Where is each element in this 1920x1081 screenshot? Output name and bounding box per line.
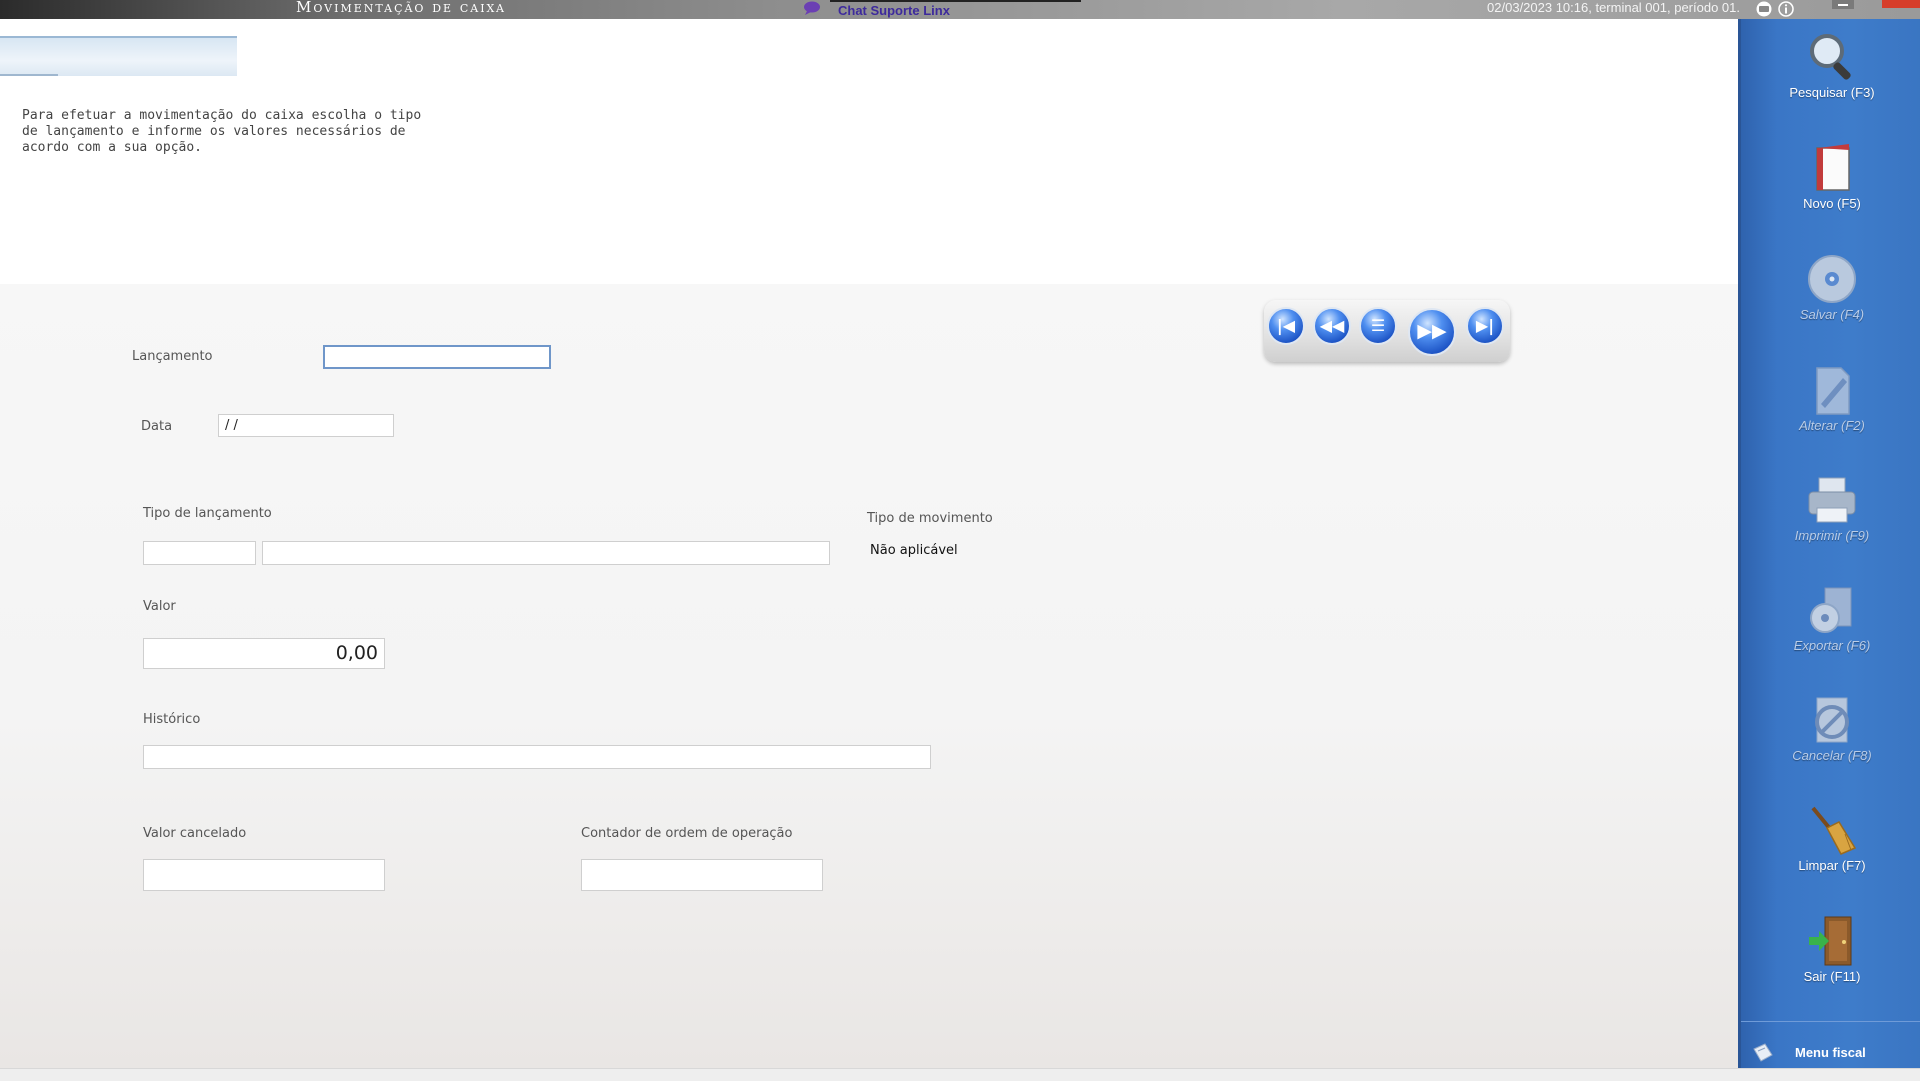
tipo-lancamento-label: Tipo de lançamento xyxy=(143,506,272,521)
menu-fiscal-label: Menu fiscal xyxy=(1795,1045,1866,1060)
magnifier-icon xyxy=(1810,34,1851,80)
salvar-button[interactable]: Salvar (F4) xyxy=(1741,245,1920,335)
minimize-icon[interactable] xyxy=(1832,0,1854,9)
tab-underline xyxy=(0,74,58,76)
imprimir-button[interactable]: Imprimir (F9) xyxy=(1741,466,1920,556)
tipo-lancamento-description-input[interactable] xyxy=(262,541,830,565)
salvar-label: Salvar (F4) xyxy=(1799,307,1865,322)
valor-input[interactable]: 0,00 xyxy=(143,638,385,669)
contador-label: Contador de ordem de operação xyxy=(581,826,793,841)
pesquisar-label: Pesquisar (F3) xyxy=(1789,85,1875,100)
exportar-button[interactable]: Exportar (F6) xyxy=(1741,576,1920,666)
menu-fiscal-button[interactable]: Menu fiscal xyxy=(1741,1039,1920,1069)
new-document-icon xyxy=(1816,144,1850,191)
novo-label: Novo (F5) xyxy=(1803,196,1861,211)
exit-door-icon xyxy=(1809,916,1852,966)
limpar-button[interactable]: Limpar (F7) xyxy=(1741,796,1920,886)
record-navigation: |◀ ◀◀ ☰ ▶▶ ▶| xyxy=(1264,300,1510,362)
info-icon[interactable] xyxy=(1778,1,1794,17)
pesquisar-button[interactable]: Pesquisar (F3) xyxy=(1741,23,1920,113)
cancelar-button[interactable]: Cancelar (F8) xyxy=(1741,686,1920,776)
data-label: Data xyxy=(141,419,173,434)
tab-strip xyxy=(0,36,237,76)
tipo-movimento-label: Tipo de movimento xyxy=(867,511,993,526)
historico-label: Histórico xyxy=(143,712,201,727)
form-panel xyxy=(0,284,1738,1068)
valor-input-value: 0,00 xyxy=(335,642,378,664)
disk-icon xyxy=(1808,255,1856,303)
previous-record-icon[interactable]: ◀◀ xyxy=(1313,307,1351,345)
data-input[interactable]: / / xyxy=(218,414,394,437)
valor-cancelado-input[interactable] xyxy=(143,859,385,891)
sidebar-separator xyxy=(1741,1021,1920,1022)
tipo-movimento-value: Não aplicável xyxy=(870,543,958,558)
exportar-label: Exportar (F6) xyxy=(1793,638,1871,653)
alterar-label: Alterar (F2) xyxy=(1799,418,1865,433)
sair-label: Sair (F11) xyxy=(1803,969,1861,984)
printer-icon xyxy=(1808,477,1856,523)
cancelar-label: Cancelar (F8) xyxy=(1792,748,1872,763)
contador-input[interactable] xyxy=(581,859,823,891)
edit-pen-icon xyxy=(1816,367,1850,415)
novo-button[interactable]: Novo (F5) xyxy=(1741,134,1920,224)
export-icon xyxy=(1810,587,1852,633)
fiscal-receipt-icon xyxy=(1753,1043,1773,1062)
chat-support-link[interactable]: Chat Suporte Linx xyxy=(838,0,950,19)
session-status: 02/03/2023 10:16, terminal 001, período … xyxy=(1487,0,1740,15)
lancamento-label: Lançamento xyxy=(132,349,213,364)
lancamento-input[interactable] xyxy=(323,345,551,369)
valor-label: Valor xyxy=(143,599,176,614)
data-input-value: / / xyxy=(225,418,238,433)
list-records-icon[interactable]: ☰ xyxy=(1359,307,1397,345)
sair-button[interactable]: Sair (F11) xyxy=(1741,907,1920,997)
valor-cancelado-label: Valor cancelado xyxy=(143,826,247,841)
close-button[interactable] xyxy=(1882,0,1920,8)
last-record-icon[interactable]: ▶| xyxy=(1466,307,1504,345)
broom-icon xyxy=(1811,806,1857,855)
historico-input[interactable] xyxy=(143,745,931,769)
bottom-strip xyxy=(0,1068,1920,1081)
alterar-button[interactable]: Alterar (F2) xyxy=(1741,356,1920,446)
action-sidebar: Pesquisar (F3) Novo (F5) Salvar (F4) Alt… xyxy=(1738,19,1920,1068)
app-title: Movimentação de caixa xyxy=(296,0,506,16)
imprimir-label: Imprimir (F9) xyxy=(1794,528,1870,543)
limpar-label: Limpar (F7) xyxy=(1798,858,1866,873)
cancel-icon xyxy=(1815,697,1849,743)
next-record-icon[interactable]: ▶▶ xyxy=(1408,308,1456,356)
title-bar: Movimentação de caixa Chat Suporte Linx … xyxy=(0,0,1920,19)
chat-bubble-icon[interactable] xyxy=(803,1,822,15)
keyboard-icon[interactable] xyxy=(1756,1,1772,17)
first-record-icon[interactable]: |◀ xyxy=(1267,307,1305,345)
intro-text: Para efetuar a movimentação do caixa esc… xyxy=(22,108,422,155)
tipo-lancamento-code-input[interactable] xyxy=(143,541,256,565)
